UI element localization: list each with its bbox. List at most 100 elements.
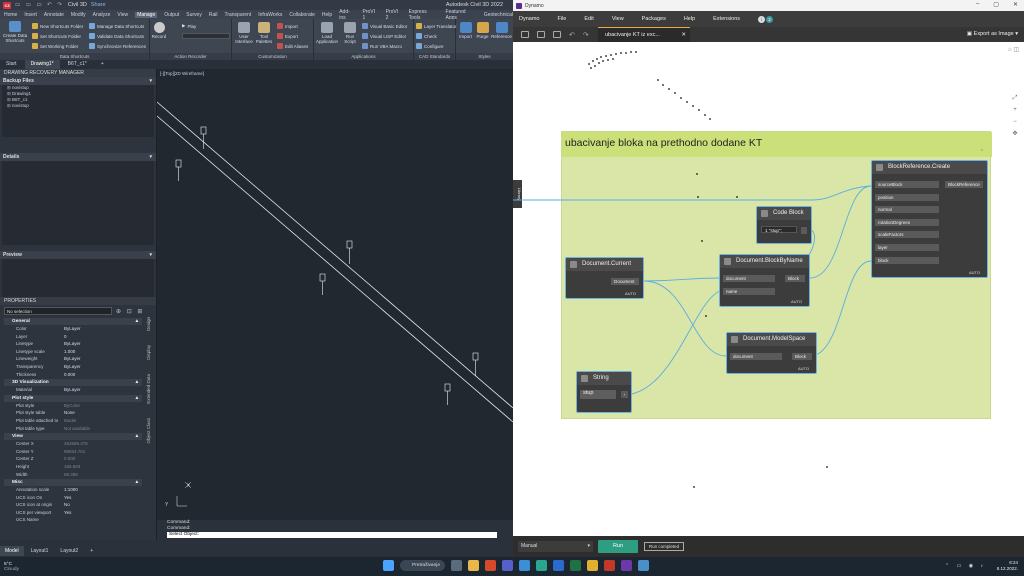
menu-packages[interactable]: Packages (642, 16, 666, 22)
check-button[interactable]: Check (416, 33, 437, 39)
property-value[interactable]: 0 (64, 333, 142, 341)
ribbon-tab[interactable]: Analyze (93, 12, 111, 18)
input-port-sourceblock[interactable]: sourceBlock (875, 181, 939, 188)
property-value[interactable]: Yes (64, 509, 142, 517)
import-button[interactable]: Import (277, 23, 298, 29)
property-row[interactable]: Layer 0 (4, 333, 142, 341)
chrome-icon[interactable] (587, 560, 598, 571)
office-icon[interactable] (485, 560, 496, 571)
file-explorer-icon[interactable] (468, 560, 479, 571)
input-port-rotationdegrees[interactable]: rotationDegrees (875, 218, 939, 226)
output-port-blockreference[interactable]: BlockReference (945, 181, 983, 188)
string-input[interactable]: stup (580, 390, 616, 399)
property-row[interactable]: Plot table type Not available (4, 425, 142, 433)
property-value[interactable]: 0.000 (64, 455, 142, 463)
property-value[interactable]: ByLayer (64, 340, 142, 348)
code-block-editor[interactable]: 1 "stup"; (761, 226, 797, 233)
property-row[interactable]: Plot table attached to Model (4, 417, 142, 425)
reference-button[interactable]: Reference (491, 22, 512, 39)
details-header[interactable]: Details ▾ (0, 153, 156, 161)
property-value[interactable]: 156.693 (64, 463, 142, 471)
menu-extensions[interactable]: Extensions (713, 16, 740, 22)
ribbon-tab[interactable]: Help (322, 12, 332, 18)
word-icon[interactable] (553, 560, 564, 571)
property-row[interactable]: Lineweight ByLayer (4, 355, 142, 363)
property-row[interactable]: Color ByLayer (4, 325, 142, 333)
property-row[interactable]: UCS icon On Yes (4, 494, 142, 502)
weather-widget[interactable]: 5°C Cloudy (4, 562, 19, 572)
property-group-header[interactable]: View ▴ (4, 433, 142, 441)
edit-aliases-button[interactable]: Edit Aliases (277, 43, 308, 49)
load-application-button[interactable]: Load Application (315, 22, 339, 44)
run-script-button[interactable]: Run Script (341, 22, 359, 44)
property-value[interactable]: Model (64, 417, 142, 425)
node-document-blockbyname[interactable]: Document.BlockByName document name Block… (719, 254, 810, 307)
ribbon-tab[interactable]: Home (4, 12, 17, 18)
property-value[interactable]: ByLayer (64, 363, 142, 371)
dynamo-taskbar-icon[interactable] (621, 560, 632, 571)
ribbon-tab[interactable]: Output (164, 12, 179, 18)
tab-b6t-c1[interactable]: B6T_c1* (62, 60, 93, 69)
property-value[interactable]: 88.398 (64, 471, 142, 479)
property-value[interactable]: ByLayer (64, 386, 142, 394)
ribbon-tab[interactable]: Modify (71, 12, 86, 18)
property-row[interactable]: Annotation scale 1:1000 (4, 486, 142, 494)
layer-translator-button[interactable]: Layer Translator (416, 23, 457, 29)
visual-basic-editor-button[interactable]: Visual Basic Editor (362, 23, 407, 29)
property-value[interactable]: 1:1000 (64, 486, 142, 494)
ribbon-tab[interactable]: Geotechnical (484, 12, 513, 18)
macro-dropdown[interactable] (182, 33, 230, 39)
task-view-icon[interactable] (451, 560, 462, 571)
preview-header[interactable]: Preview ▾ (0, 251, 156, 259)
manage-data-shortcuts-button[interactable]: Manage Data Shortcuts (89, 23, 144, 29)
output-port-document[interactable]: Document (611, 278, 639, 285)
property-value[interactable]: 452586.376 (64, 440, 142, 448)
clock[interactable]: 8:24 8.12.2022. (997, 560, 1018, 572)
node-document-modelspace[interactable]: Document.ModelSpace document Block AUTO (726, 332, 817, 374)
open-file-icon[interactable] (537, 31, 545, 38)
tab-object-class[interactable]: Object Class (146, 418, 151, 444)
dynamo-canvas[interactable]: Library ⤢ + − ✥ ⌂ ◫ ubacivanje bloka na … (513, 42, 1024, 536)
selection-dropdown[interactable]: No selection (4, 307, 112, 315)
edge-icon[interactable] (536, 560, 547, 571)
quick-access-toolbar[interactable]: ▭ ▭ ▭ ↶ ↷ (15, 2, 64, 8)
property-group-header[interactable]: Misc ▴ (4, 479, 142, 487)
node-string[interactable]: String stup › (576, 371, 632, 413)
menu-help[interactable]: Help (684, 16, 695, 22)
ribbon-tab[interactable]: Survey (186, 12, 202, 18)
output-port-block[interactable]: Block (792, 353, 812, 360)
menu-view[interactable]: View (612, 16, 624, 22)
input-port-normal[interactable]: normal (875, 206, 939, 214)
share-button[interactable]: Share (91, 2, 106, 8)
validate-data-shortcuts-button[interactable]: Validate Data Shortcuts (89, 33, 144, 39)
node-code-block[interactable]: Code Block 1 "stup"; (756, 206, 812, 244)
visual-lisp-editor-button[interactable]: Visual LISP Editor (362, 33, 406, 39)
property-value[interactable]: 1.000 (64, 348, 142, 356)
property-row[interactable]: Center Y 98834.751 (4, 448, 142, 456)
system-tray[interactable]: ⌃ ▭ ◉ ♪ (945, 563, 986, 569)
set-working-folder-button[interactable]: Set Working Folder (32, 43, 78, 49)
command-input[interactable]: Select Object: (167, 532, 497, 538)
ribbon-tab[interactable]: Transparent (224, 12, 251, 18)
notifications-button[interactable]: i2 (758, 15, 774, 23)
property-row[interactable]: Linetype ByLayer (4, 340, 142, 348)
tab-display[interactable]: Display (146, 345, 151, 360)
property-row[interactable]: UCS per viewport Yes (4, 509, 142, 517)
tab-layout2[interactable]: Layout2 (55, 546, 83, 556)
run-mode-dropdown[interactable]: Manual ▾ (518, 541, 593, 552)
excel-icon[interactable] (570, 560, 581, 571)
property-value[interactable]: 0.000 (64, 371, 142, 379)
civil3d-taskbar-icon[interactable] (604, 560, 615, 571)
redo-icon[interactable]: ↷ (583, 31, 589, 39)
property-value[interactable]: ByColor (64, 402, 142, 410)
property-row[interactable]: Transparency ByLayer (4, 363, 142, 371)
synchronize-references-button[interactable]: Synchronize References (89, 43, 146, 49)
tab-drawing1[interactable]: Drawing1* (24, 60, 60, 69)
ribbon-tab[interactable]: Insert (24, 12, 37, 18)
property-value[interactable]: Yes (64, 494, 142, 502)
close-icon[interactable]: ✕ (1013, 1, 1018, 8)
property-value[interactable]: None (64, 409, 142, 417)
property-row[interactable]: Thickness 0.000 (4, 371, 142, 379)
property-row[interactable]: UCS Name (4, 516, 142, 524)
menu-file[interactable]: File (557, 16, 566, 22)
